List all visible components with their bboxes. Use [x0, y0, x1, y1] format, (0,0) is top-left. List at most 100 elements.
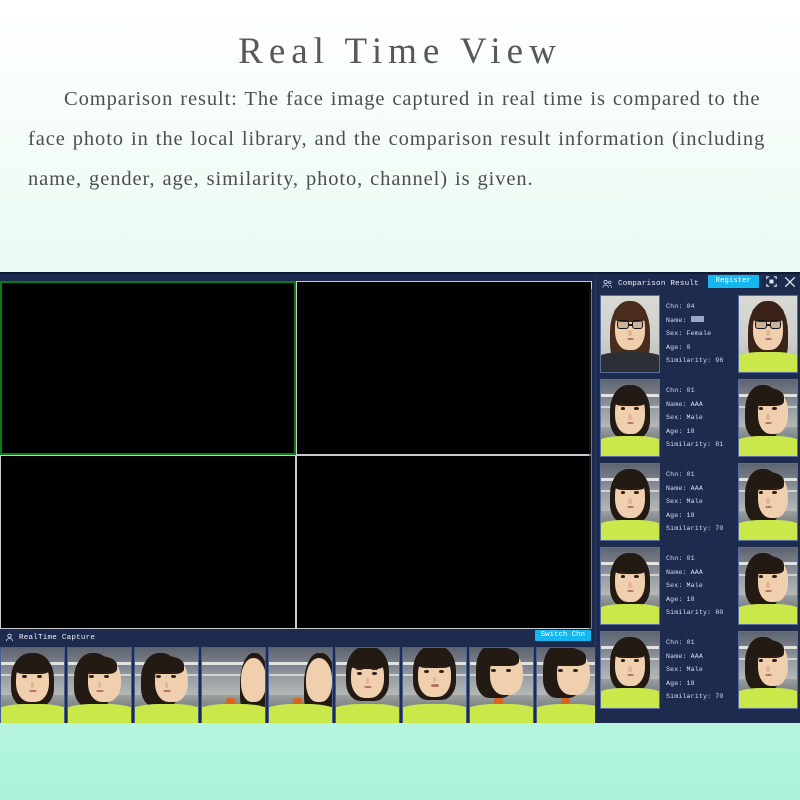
label-age: Age: — [666, 679, 683, 687]
video-section: RealTime Capture Switch Chn — [0, 274, 595, 723]
result-info: Chn: 01 Name: AAA Sex: Male Age: 18 Simi… — [660, 463, 738, 536]
value-similarity: 70 — [715, 693, 724, 701]
library-face-image — [738, 295, 798, 373]
label-age: Age: — [666, 427, 683, 435]
value-similarity: 81 — [715, 441, 724, 449]
result-info: Chn: 01 Name: AAA Sex: Male Age: 18 Simi… — [660, 631, 738, 704]
people-icon — [602, 279, 613, 289]
video-pane-4[interactable] — [296, 455, 592, 629]
panel-actions: Register — [707, 275, 796, 289]
library-face-image — [738, 631, 798, 709]
value-age: 18 — [686, 427, 695, 435]
close-icon[interactable] — [784, 276, 796, 288]
value-chn: 01 — [686, 555, 695, 562]
value-name-redacted — [690, 315, 704, 322]
result-info: Chn: 01 Name: AAA Sex: Male Age: 18 Simi… — [660, 547, 738, 620]
label-sex: Sex: — [666, 330, 683, 338]
app-window: RealTime Capture Switch Chn Comparison R… — [0, 272, 800, 723]
value-age: 18 — [686, 511, 695, 519]
label-age: Age: — [666, 511, 683, 519]
label-similarity: Similarity: — [666, 609, 712, 617]
value-name: AAA — [690, 568, 703, 576]
person-icon — [5, 633, 14, 642]
captured-face-image — [600, 463, 660, 541]
value-sex: Male — [686, 498, 703, 506]
capture-thumbnail[interactable] — [134, 647, 199, 723]
captured-face-image — [600, 379, 660, 457]
label-name: Name: — [666, 400, 687, 408]
value-sex: Male — [686, 582, 703, 590]
value-sex: Male — [686, 414, 703, 422]
capture-thumbnail[interactable] — [0, 647, 65, 723]
comparison-result-row[interactable]: Chn: 04 Name: Sex: Female Age: 0 Similar… — [596, 295, 800, 379]
realtime-capture-strip[interactable] — [0, 646, 595, 723]
library-face-image — [738, 547, 798, 625]
video-pane-2[interactable] — [296, 281, 592, 455]
maximize-icon[interactable] — [766, 276, 777, 288]
label-similarity: Similarity: — [666, 525, 712, 533]
label-sex: Sex: — [666, 582, 683, 590]
comparison-result-row[interactable]: Chn: 01 Name: AAA Sex: Male Age: 18 Simi… — [596, 631, 800, 715]
label-similarity: Similarity: — [666, 693, 712, 701]
capture-thumbnail[interactable] — [268, 647, 333, 723]
value-sex: Female — [686, 330, 712, 338]
capture-thumbnail[interactable] — [536, 647, 595, 723]
captured-face-image — [600, 547, 660, 625]
value-similarity: 80 — [715, 609, 724, 617]
capture-thumbnail[interactable] — [402, 647, 467, 723]
comparison-result-row[interactable]: Chn: 01 Name: AAA Sex: Male Age: 18 Simi… — [596, 463, 800, 547]
comparison-result-row[interactable]: Chn: 01 Name: AAA Sex: Male Age: 18 Simi… — [596, 379, 800, 463]
value-chn: 04 — [686, 303, 695, 310]
captured-face-image — [600, 631, 660, 709]
page-description: Comparison result: The face image captur… — [28, 88, 766, 190]
capture-thumbnail[interactable] — [201, 647, 266, 723]
register-button[interactable]: Register — [707, 275, 759, 289]
library-face-image — [738, 379, 798, 457]
capture-thumbnail[interactable] — [469, 647, 534, 723]
comparison-panel-title: Comparison Result — [618, 280, 699, 288]
capture-thumbnail[interactable] — [67, 647, 132, 723]
value-age: 18 — [686, 679, 695, 687]
label-name: Name: — [666, 652, 687, 660]
value-chn: 01 — [686, 471, 695, 478]
label-chn: Chn: — [666, 471, 683, 478]
capture-thumbnail[interactable] — [335, 647, 400, 723]
label-name: Name: — [666, 316, 687, 324]
header-band: Real Time View Comparison result: The fa… — [0, 0, 800, 272]
value-similarity: 96 — [715, 357, 724, 365]
value-similarity: 70 — [715, 525, 724, 533]
captured-face-image — [600, 295, 660, 373]
video-pane-1[interactable] — [0, 281, 296, 455]
comparison-result-list[interactable]: Chn: 04 Name: Sex: Female Age: 0 Similar… — [596, 294, 800, 723]
value-name: AAA — [690, 484, 703, 492]
realtime-capture-label: RealTime Capture — [19, 633, 96, 642]
value-age: 0 — [686, 343, 691, 351]
comparison-panel-header: Comparison Result Register — [596, 274, 800, 294]
value-name: AAA — [690, 652, 703, 660]
video-grid — [0, 281, 592, 629]
label-chn: Chn: — [666, 387, 683, 394]
value-chn: 01 — [686, 639, 695, 646]
label-name: Name: — [666, 484, 687, 492]
label-chn: Chn: — [666, 555, 683, 562]
label-age: Age: — [666, 343, 683, 351]
result-info: Chn: 01 Name: AAA Sex: Male Age: 18 Simi… — [660, 379, 738, 452]
library-face-image — [738, 463, 798, 541]
comparison-result-row[interactable]: Chn: 01 Name: AAA Sex: Male Age: 18 Simi… — [596, 547, 800, 631]
value-age: 18 — [686, 595, 695, 603]
label-chn: Chn: — [666, 303, 683, 310]
value-sex: Male — [686, 666, 703, 674]
value-chn: 01 — [686, 387, 695, 394]
result-info: Chn: 04 Name: Sex: Female Age: 0 Similar… — [660, 295, 738, 368]
video-grid-scrollbar[interactable] — [589, 289, 592, 629]
label-sex: Sex: — [666, 498, 683, 506]
label-age: Age: — [666, 595, 683, 603]
video-pane-3[interactable] — [0, 455, 296, 629]
value-name: AAA — [690, 400, 703, 408]
label-sex: Sex: — [666, 666, 683, 674]
label-sex: Sex: — [666, 414, 683, 422]
label-similarity: Similarity: — [666, 357, 712, 365]
realtime-capture-header: RealTime Capture Switch Chn — [0, 629, 595, 646]
page-title: Real Time View — [238, 31, 562, 72]
switch-channel-button[interactable]: Switch Chn — [534, 630, 591, 642]
